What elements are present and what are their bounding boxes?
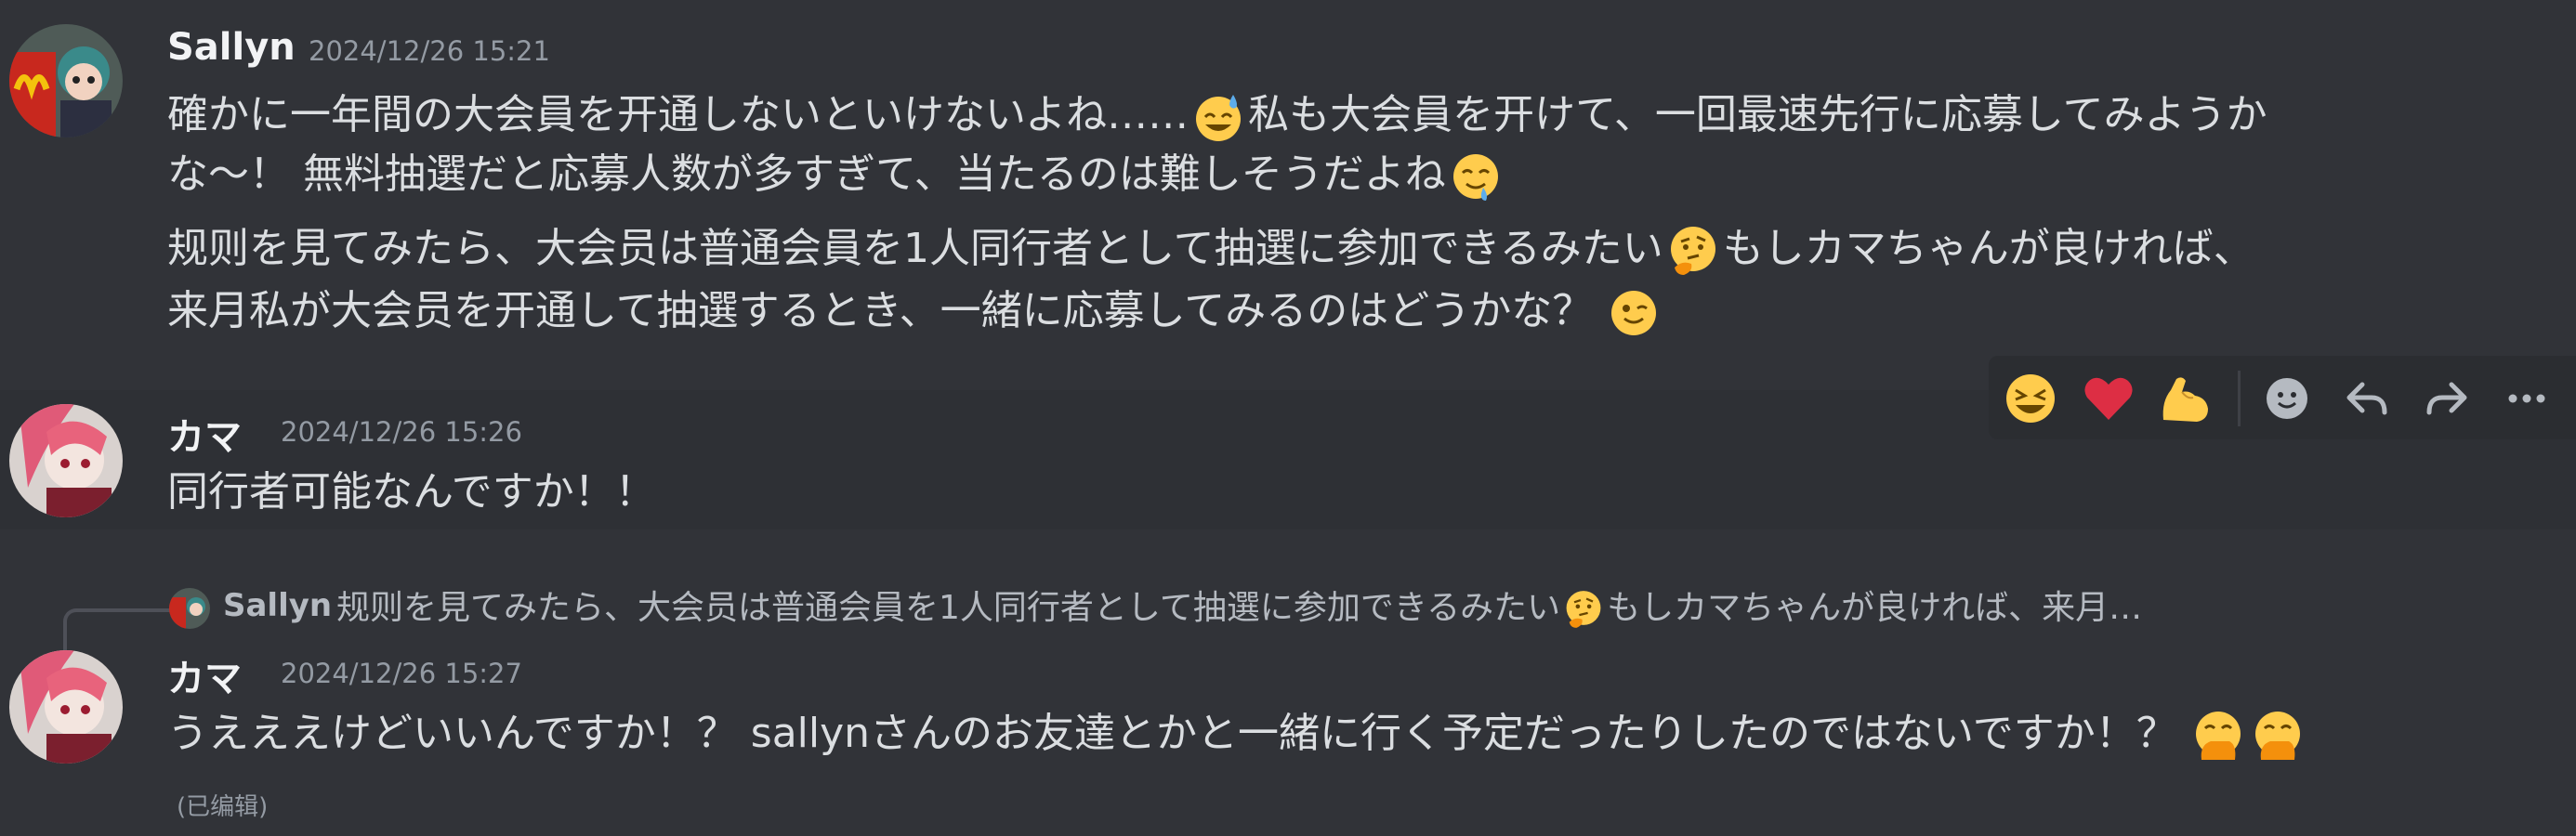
- winking-face-emoji[interactable]: [1606, 285, 1662, 341]
- edited-label: (已编辑): [177, 793, 269, 821]
- forward-icon[interactable]: [2418, 370, 2476, 427]
- username[interactable]: カマ: [167, 407, 242, 461]
- message-line: 规则を見てみたら、大会员は普通会員を1人同行者として抽選に参加できるみたい もしカ…: [167, 221, 2254, 279]
- avatar[interactable]: [9, 404, 123, 517]
- avatar[interactable]: [9, 650, 123, 764]
- reply-username[interactable]: Sallyn: [223, 587, 332, 624]
- message-line: な～！ 無料抽選だと応募人数が多すぎて、当たるのは難しそうだよね: [167, 147, 1505, 204]
- sweat-smile-emoji[interactable]: [1190, 89, 1246, 145]
- heart-emoji-reaction-button[interactable]: [2080, 370, 2137, 427]
- face-with-hand-over-mouth-emoji[interactable]: [2250, 708, 2306, 764]
- drooling-emoji[interactable]: [1448, 149, 1504, 204]
- avatar[interactable]: [9, 24, 123, 137]
- toolbar-separator: [2238, 371, 2241, 426]
- face-with-hand-over-mouth-emoji[interactable]: [2190, 708, 2246, 764]
- timestamp[interactable]: 2024/12/26 15:27: [281, 658, 522, 689]
- message-text: 同行者可能なんですか！！: [167, 468, 656, 516]
- message-line: 来月私が大会员を开通して抽選するとき、一緒に応募してみるのはどうかな？: [167, 283, 1663, 341]
- message-actions-toolbar: [1989, 356, 2576, 439]
- timestamp[interactable]: 2024/12/26 15:21: [309, 35, 550, 67]
- reply-icon[interactable]: [2338, 370, 2396, 427]
- flexed-biceps-emoji-reaction-button[interactable]: [2156, 370, 2214, 427]
- username[interactable]: Sallyn: [167, 26, 296, 69]
- add-reaction-icon[interactable]: [2258, 370, 2316, 427]
- thinking-face-emoji: [1562, 588, 1605, 631]
- more-options-icon[interactable]: [2498, 370, 2556, 427]
- message-line: 確かに一年間の大会員を开通しないといけないよね…… 私も大会員を开けて、一回最速先…: [167, 87, 2267, 145]
- thinking-face-emoji[interactable]: [1665, 223, 1721, 279]
- reply-preview-text[interactable]: 规则を見てみたら、大会员は普通会員を1人同行者として抽選に参加できるみたい もしカ…: [336, 585, 2142, 632]
- message-text: うえええけどいいんですか！？ sallynさんのお友達とかと一緒に行く予定だった…: [167, 706, 2307, 764]
- username[interactable]: カマ: [167, 648, 242, 702]
- reply-avatar[interactable]: [169, 588, 210, 629]
- laughing-emoji-reaction-button[interactable]: [2002, 370, 2059, 427]
- message-sallyn: Sallyn 2024/12/26 15:21 確かに一年間の大会員を开通しない…: [0, 0, 2576, 353]
- message-kama-reply: カマ 2024/12/26 15:27 うえええけどいいんですか！？ sally…: [0, 641, 2576, 836]
- timestamp[interactable]: 2024/12/26 15:26: [281, 416, 522, 448]
